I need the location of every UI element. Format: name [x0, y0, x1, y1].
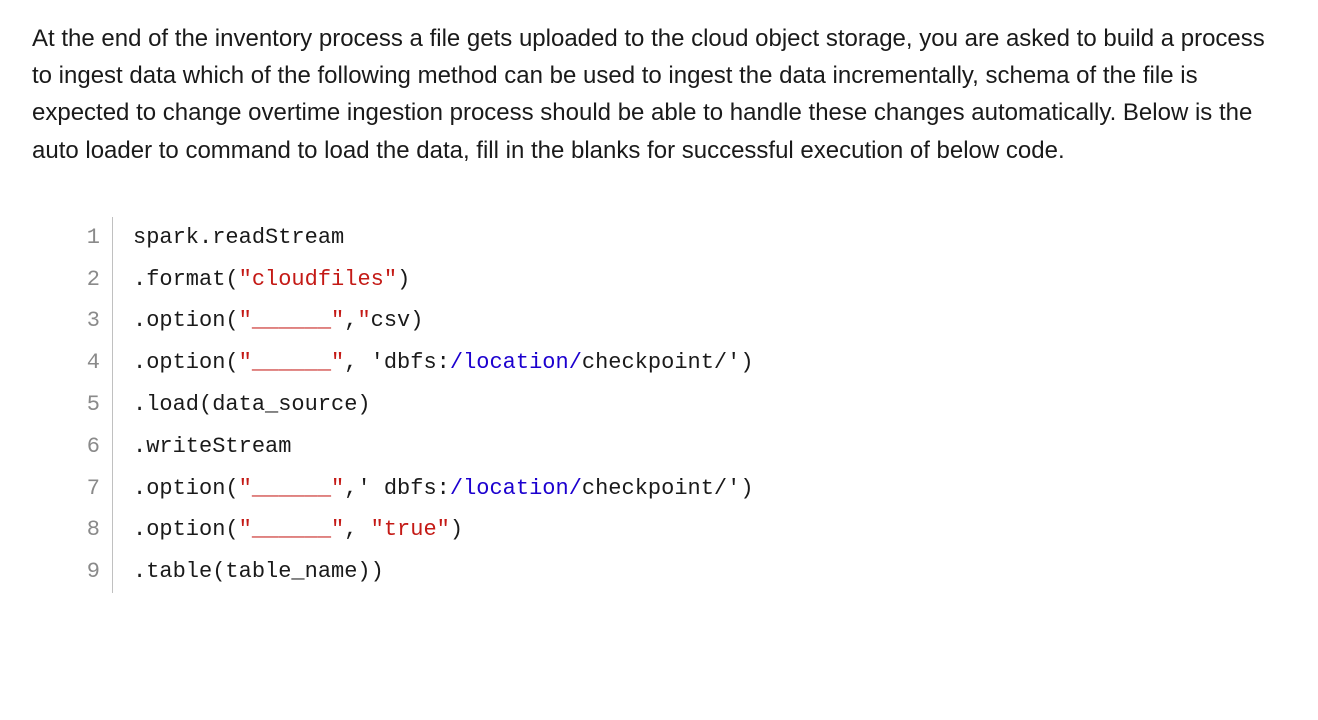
question-paragraph: At the end of the inventory process a fi…	[32, 20, 1286, 169]
code-token: "______"	[239, 476, 345, 501]
code-line: 4 .option("______", 'dbfs:/location/check…	[80, 342, 1286, 384]
code-token: /location/	[450, 350, 582, 375]
gutter-divider	[112, 342, 113, 384]
code-token: , 'dbfs:	[344, 350, 450, 375]
code-line: 7 .option("______",' dbfs:/location/check…	[80, 468, 1286, 510]
gutter-divider	[112, 300, 113, 342]
line-number: 6	[80, 426, 112, 468]
code-token: "	[357, 308, 370, 333]
code-token: csv)	[371, 308, 424, 333]
code-token: checkpoint/')	[582, 350, 754, 375]
code-token: .option(	[133, 350, 239, 375]
gutter-divider	[112, 217, 113, 259]
line-number: 5	[80, 384, 112, 426]
line-number: 3	[80, 300, 112, 342]
line-number: 4	[80, 342, 112, 384]
code-token: "cloudfiles"	[239, 267, 397, 292]
code-token: "______"	[239, 308, 345, 333]
code-line: 2 .format("cloudfiles")	[80, 259, 1286, 301]
line-number: 8	[80, 509, 112, 551]
code-token: "true"	[371, 517, 450, 542]
code-token: "______"	[239, 517, 345, 542]
code-content: .option("______",' dbfs:/location/checkp…	[133, 468, 754, 510]
code-block: 1spark.readStream2.format("cloudfiles")3…	[80, 217, 1286, 593]
code-token: checkpoint/')	[582, 476, 754, 501]
code-content: .format("cloudfiles")	[133, 259, 410, 301]
line-number: 2	[80, 259, 112, 301]
code-content: .option("______", "true")	[133, 509, 463, 551]
code-line: 8 .option("______", "true")	[80, 509, 1286, 551]
gutter-divider	[112, 551, 113, 593]
gutter-divider	[112, 259, 113, 301]
code-line: 3 .option("______","csv)	[80, 300, 1286, 342]
code-token: ,' dbfs:	[344, 476, 450, 501]
code-token: ,	[344, 308, 357, 333]
code-line: 5 .load(data_source)	[80, 384, 1286, 426]
code-token: .load(data_source)	[133, 392, 371, 417]
code-token: ,	[344, 517, 370, 542]
code-content: .option("______", 'dbfs:/location/checkp…	[133, 342, 754, 384]
code-line: 1 spark.readStream	[80, 217, 1286, 259]
gutter-divider	[112, 384, 113, 426]
code-token: )	[450, 517, 463, 542]
line-number: 1	[80, 217, 112, 259]
code-token: "______"	[239, 350, 345, 375]
line-number: 7	[80, 468, 112, 510]
code-line: 9 .table(table_name))	[80, 551, 1286, 593]
code-line: 6 .writeStream	[80, 426, 1286, 468]
code-token: spark.readStream	[133, 225, 344, 250]
code-token: .option(	[133, 517, 239, 542]
code-content: .writeStream	[133, 426, 291, 468]
code-content: .load(data_source)	[133, 384, 371, 426]
code-token: .format(	[133, 267, 239, 292]
gutter-divider	[112, 468, 113, 510]
line-number: 9	[80, 551, 112, 593]
code-token: /location/	[450, 476, 582, 501]
code-token: .option(	[133, 476, 239, 501]
code-token: .writeStream	[133, 434, 291, 459]
code-content: .option("______","csv)	[133, 300, 423, 342]
code-token: )	[397, 267, 410, 292]
code-token: .table(table_name))	[133, 559, 384, 584]
gutter-divider	[112, 509, 113, 551]
code-token: .option(	[133, 308, 239, 333]
code-content: spark.readStream	[133, 217, 344, 259]
code-content: .table(table_name))	[133, 551, 384, 593]
gutter-divider	[112, 426, 113, 468]
